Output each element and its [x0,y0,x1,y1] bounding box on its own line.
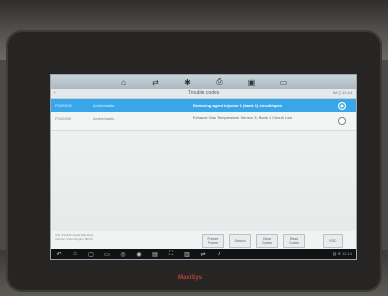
trouble-code-row[interactable]: P20EE00 Active/static Reducing agent inj… [51,99,356,112]
switch-icon[interactable]: ⇄ [140,75,172,89]
esc-button[interactable]: ESC [323,234,343,248]
read-codes-button[interactable]: Read Codes [283,234,305,248]
trouble-code-row[interactable]: P242000 Active/static Exhaust Gas Temper… [51,112,356,131]
vci-icon[interactable]: ▥ [179,251,195,258]
device-brand-logo: MaxiSys [178,275,203,281]
nav-status-indicators: ▤ ⊕ 12:14 [332,251,352,256]
row-radio[interactable] [338,117,346,125]
trouble-code-state: Active/static [93,116,115,121]
page-title: Trouble codes [187,90,220,96]
car-icon[interactable]: ▭ [99,251,115,258]
trouble-code: P20EE00 [55,103,72,108]
tablet-screen: ⌂ ⇄ ✱ ⎙ ▣ ▭ ‹ Trouble codes Wi ▯ 12:14 P… [50,74,357,260]
chat-icon[interactable]: ▭ [268,75,300,89]
recent-apps-icon[interactable]: ▢ [83,251,99,258]
save-icon[interactable]: ▣ [236,75,268,89]
code-list-empty-area [51,131,356,231]
screenshot-icon[interactable]: ⛶ [163,251,179,258]
settings-icon[interactable]: ✱ [172,75,204,89]
camera-icon[interactable]: ◉ [131,251,147,258]
gallery-icon[interactable]: ▤ [147,251,163,258]
home-icon[interactable]: ⌂ [67,251,83,257]
title-bar: ‹ Trouble codes Wi ▯ 12:14 [51,89,356,99]
vehicle-info: VIN: 4VHNX (Autel MaxiSys) Vehicle: Volv… [55,233,175,241]
row-radio-selected[interactable] [338,102,346,110]
trouble-code: P242000 [55,116,72,121]
back-icon[interactable]: ↶ [51,251,67,258]
top-toolbar: ⌂ ⇄ ✱ ⎙ ▣ ▭ [51,75,356,89]
trouble-code-description: Reducing agent injector 1 (bank 1) circu… [193,103,283,108]
status-indicator: Wi ▯ 12:14 [332,90,352,95]
print-icon[interactable]: ⎙ [204,75,236,89]
browser-icon[interactable]: ◎ [115,251,131,258]
trouble-code-state: Active/static [93,103,115,108]
connection-icon[interactable]: ⇌ [195,251,211,258]
vehicle-info-line: Vehicle: Volvo Engine MD13 [55,237,93,241]
freeze-frame-button[interactable]: Freeze Frame [202,234,224,248]
android-nav-bar: ↶ ⌂ ▢ ▭ ◎ ◉ ▤ ⛶ ▥ ⇌ ♪ ▤ ⊕ 12:14 [51,249,356,259]
trouble-code-description: Exhaust Gas Temperature Sensor 3, Bank 1… [193,115,293,120]
home-icon[interactable]: ⌂ [108,75,140,89]
clear-codes-button[interactable]: Clear Codes [256,234,278,248]
volume-icon[interactable]: ♪ [211,251,227,257]
search-button[interactable]: Search [229,234,251,248]
